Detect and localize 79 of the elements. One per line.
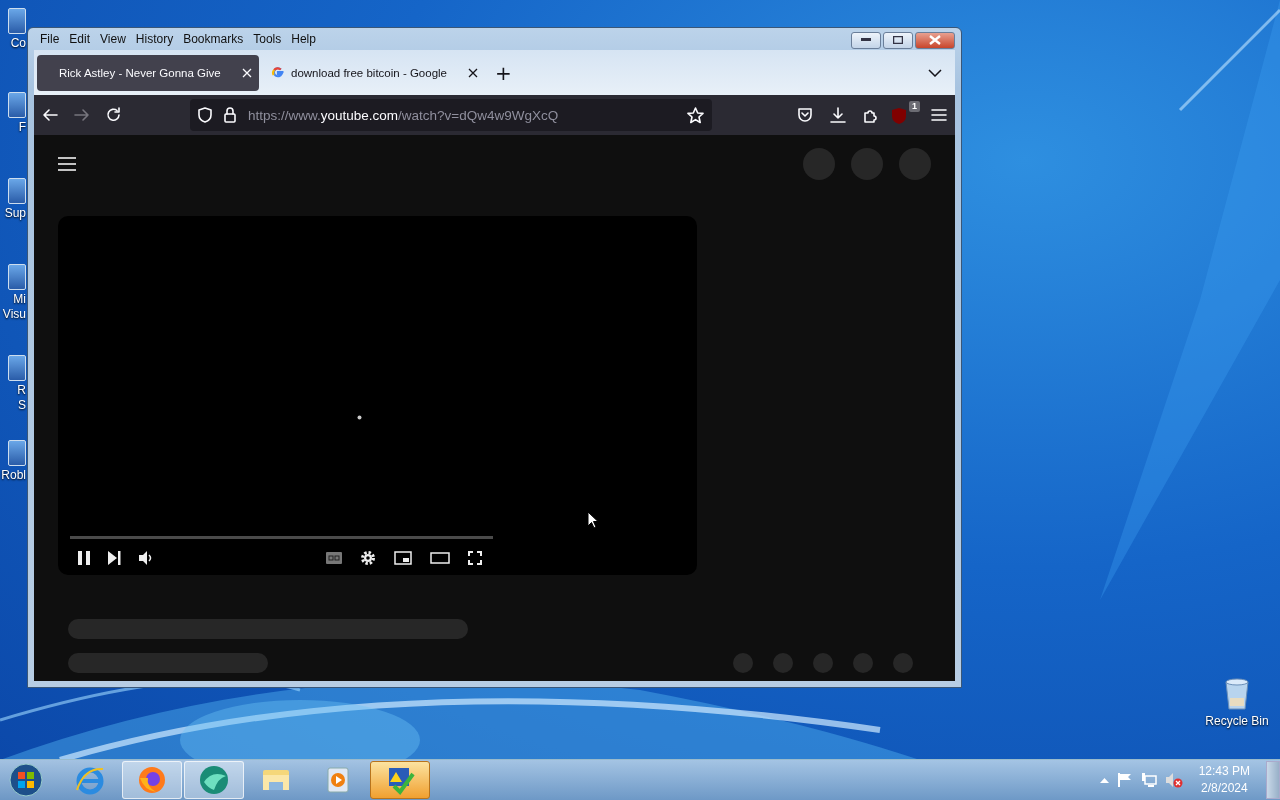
menu-button[interactable] [931, 108, 947, 122]
placeholder-circle [893, 653, 913, 673]
new-tab-button[interactable]: + [489, 60, 518, 85]
clock-time: 12:43 PM [1198, 763, 1250, 780]
next-button[interactable] [108, 551, 121, 565]
theater-mode-button[interactable] [430, 552, 450, 564]
reload-button[interactable] [106, 107, 122, 123]
menu-item[interactable]: Help [291, 32, 316, 46]
back-button[interactable] [42, 107, 58, 123]
minimize-icon [861, 38, 871, 42]
browser-tab[interactable]: Rick Astley - Never Gonna Give [37, 54, 259, 91]
minimize-button[interactable] [851, 31, 881, 49]
menu-item[interactable]: Tools [253, 32, 282, 46]
progress-track[interactable] [70, 536, 493, 539]
placeholder-circle [899, 148, 931, 180]
taskbar-button[interactable] [370, 761, 430, 799]
close-button[interactable] [915, 31, 955, 49]
placeholder-circle [733, 653, 753, 673]
pocket-button[interactable] [797, 107, 813, 123]
fox-browser-icon [136, 764, 168, 796]
menu-button[interactable] [58, 157, 76, 171]
menu-item[interactable]: View [100, 32, 126, 46]
pause-button[interactable] [78, 551, 90, 565]
desktop-icon-label: Co [10, 36, 26, 51]
desktop-shortcut-icon[interactable] [8, 8, 26, 34]
recycle-bin-icon [1224, 678, 1250, 710]
captions-button[interactable] [326, 552, 342, 564]
forward-button[interactable] [74, 107, 90, 123]
tab-title: download free bitcoin - Google [291, 66, 448, 79]
desktop-shortcut-icon[interactable] [8, 264, 26, 290]
settings-button[interactable] [360, 550, 376, 566]
menu-item[interactable]: History [135, 32, 174, 46]
fullscreen-button[interactable] [468, 551, 482, 565]
mouse-pointer-icon [587, 511, 599, 529]
tab-list-button[interactable] [928, 68, 942, 77]
menu-item[interactable]: Edit [69, 32, 91, 46]
placeholder-circle [773, 653, 793, 673]
desktop-icon-label: S [18, 398, 26, 413]
count-badge: 1 [909, 101, 920, 112]
close-icon [929, 35, 941, 45]
menu-item[interactable]: File [40, 32, 60, 46]
desktop-icon-label: Recycle Bin [1205, 714, 1269, 729]
close-tab-button[interactable] [468, 67, 478, 78]
network-icon [1140, 772, 1157, 788]
extensions-button[interactable] [863, 107, 879, 123]
maximize-button[interactable] [883, 31, 913, 49]
desktop-shortcut-icon[interactable] [8, 440, 26, 466]
address-bar[interactable]: https://www.youtube.com/watch?v=dQw4w9WgXcQ [190, 99, 712, 131]
desktop-icon-label: Visu [2, 307, 26, 322]
desktop-shortcut-icon[interactable] [8, 355, 26, 381]
round-app-icon [198, 764, 230, 796]
shield-icon [198, 107, 212, 123]
shield-icon [890, 107, 908, 125]
placeholder-circle [803, 148, 835, 180]
desktop-icon-label: Robl [1, 468, 26, 483]
lock-icon [224, 107, 236, 123]
desktop-icon-label: Mi [13, 292, 26, 307]
miniplayer-button[interactable] [394, 551, 412, 565]
loading-spinner-icon [357, 415, 362, 420]
clock-date: 2/8/2024 [1200, 780, 1248, 797]
placeholder-circle [851, 148, 883, 180]
desktop-icon-label: R [17, 383, 26, 398]
maximize-icon [893, 36, 903, 44]
flag-icon [1116, 772, 1133, 788]
bookmark-star-button[interactable] [687, 106, 704, 124]
url-text: https://www.youtube.com/watch?v=dQw4w9WgXcQ [248, 107, 560, 123]
placeholder-circle [813, 653, 833, 673]
muted-speaker-icon [1164, 772, 1183, 788]
tab-title: Rick Astley - Never Gonna Give [59, 66, 222, 79]
ublock-button[interactable]: 1 [890, 101, 920, 129]
desktop-shortcut-icon[interactable] [8, 178, 26, 204]
desktop-icon-label: Sup [4, 206, 26, 221]
download-button[interactable] [830, 107, 846, 123]
menu-item[interactable]: Bookmarks [183, 32, 244, 46]
desktop-icon-label: F [18, 120, 26, 135]
browser-tab[interactable]: download free bitcoin - Google [263, 54, 485, 91]
placeholder-circle [853, 653, 873, 673]
desktop-shortcut-icon[interactable] [8, 92, 26, 118]
volume-button[interactable] [139, 551, 153, 565]
